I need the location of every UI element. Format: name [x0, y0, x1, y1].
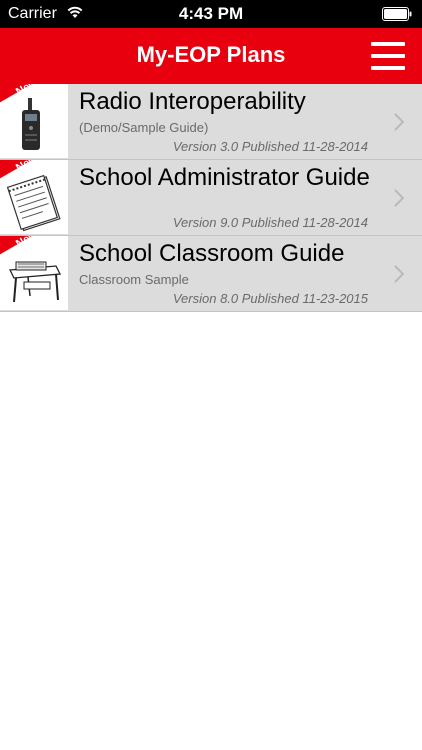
plan-subtitle: (Demo/Sample Guide)	[79, 120, 209, 135]
status-time: 4:43 PM	[178, 4, 244, 23]
hamburger-menu-icon[interactable]	[371, 40, 405, 72]
navigation-bar: My-EOP Plans	[0, 28, 422, 84]
list-item[interactable]: New Radio Interoperability (Demo/Sample …	[0, 84, 422, 160]
chevron-right-icon	[394, 113, 404, 131]
plan-version: Version 9.0 Published 11-28-2014	[172, 215, 368, 230]
chevron-right-icon	[394, 265, 404, 283]
plan-version: Version 3.0 Published 11-28-2014	[172, 139, 368, 154]
page-title: My-EOP Plans	[136, 42, 286, 67]
school-desk-icon: New	[0, 236, 68, 310]
battery-icon	[382, 7, 412, 21]
radio-icon: New	[0, 84, 68, 158]
notepad-icon: New	[0, 160, 68, 234]
plan-list: New Radio Interoperability (Demo/Sample …	[0, 84, 422, 312]
plan-subtitle: Classroom Sample	[79, 272, 189, 287]
status-bar: Carrier 4:43 PM	[0, 0, 422, 28]
plan-title: Radio Interoperability	[79, 88, 306, 115]
plan-version: Version 8.0 Published 11-23-2015	[172, 291, 368, 306]
plan-title: School Administrator Guide	[79, 164, 370, 191]
list-item[interactable]: New School Classroom Guide Classroom Sam…	[0, 236, 422, 312]
chevron-right-icon	[394, 189, 404, 207]
plan-title: School Classroom Guide	[79, 240, 345, 267]
list-item[interactable]: New School Administrator Guide Version 9…	[0, 160, 422, 236]
